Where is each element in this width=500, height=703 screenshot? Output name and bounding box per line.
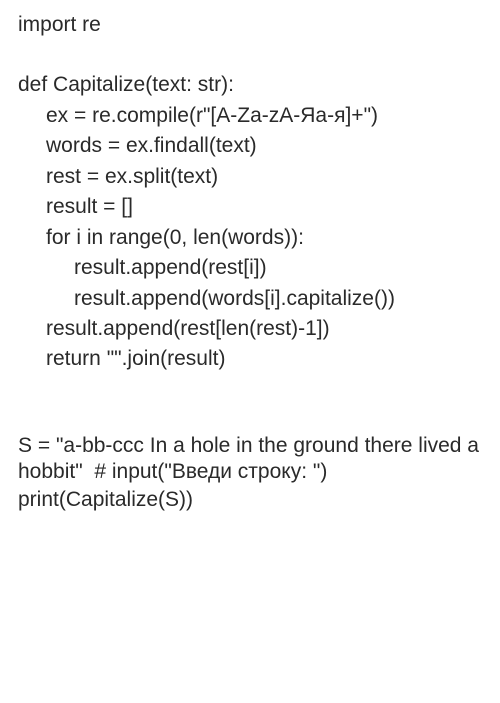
code-line: ex = re.compile(r"[A-Za-zА-Яа-я]+") xyxy=(18,101,486,131)
code-snippet: import re def Capitalize(text: str): ex … xyxy=(0,0,500,526)
code-line: def Capitalize(text: str): xyxy=(18,70,486,100)
blank-line xyxy=(18,375,486,433)
code-line: result.append(rest[len(rest)-1]) xyxy=(18,314,486,344)
code-line: result = [] xyxy=(18,192,486,222)
code-line: result.append(rest[i]) xyxy=(18,253,486,283)
blank-line xyxy=(18,40,486,70)
code-line: return "".join(result) xyxy=(18,344,486,374)
code-line: rest = ex.split(text) xyxy=(18,162,486,192)
code-line: words = ex.findall(text) xyxy=(18,131,486,161)
code-line: import re xyxy=(18,10,486,40)
code-line: result.append(words[i].capitalize()) xyxy=(18,284,486,314)
code-line: S = "a-bb-ccc In a hole in the ground th… xyxy=(18,433,486,486)
code-line: print(Capitalize(S)) xyxy=(18,485,486,515)
code-line: for i in range(0, len(words)): xyxy=(18,223,486,253)
